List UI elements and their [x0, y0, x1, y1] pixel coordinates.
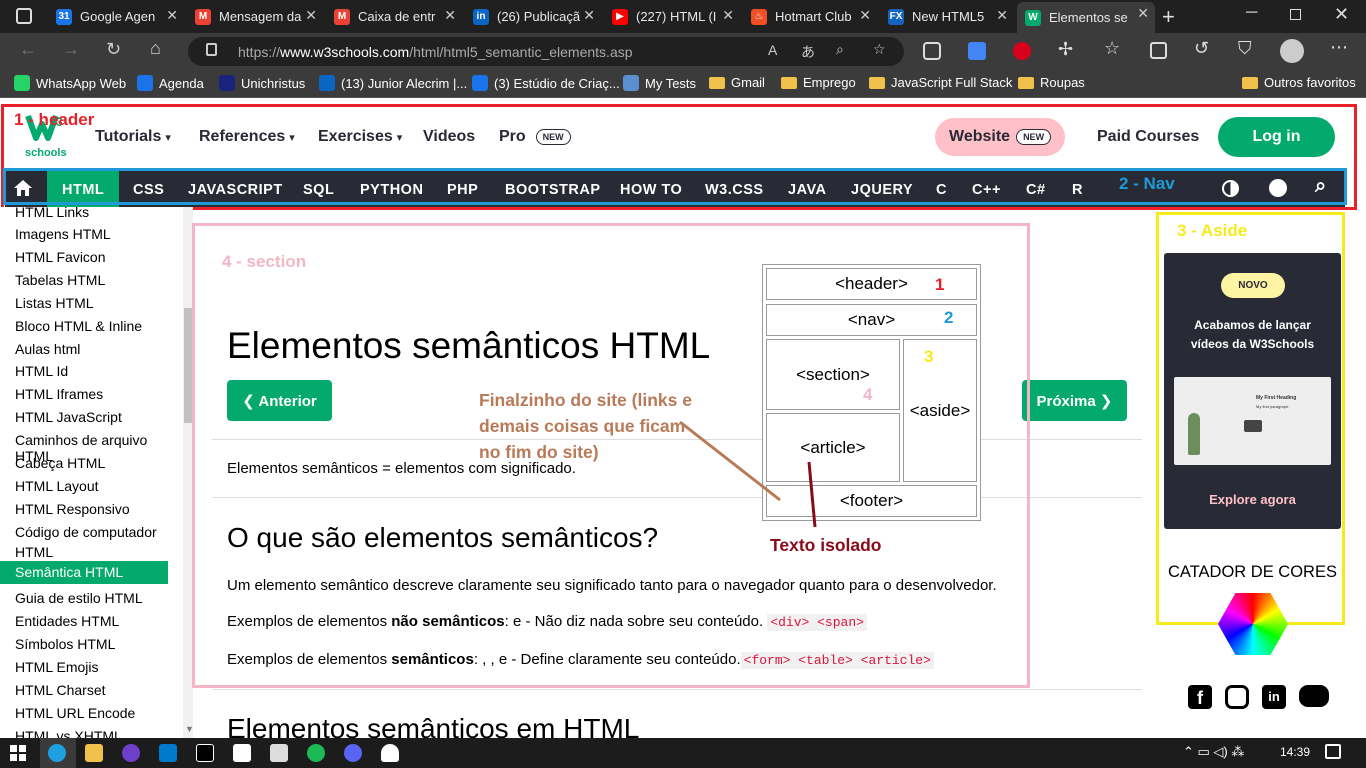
video-paragraph: My first paragraph. — [1256, 404, 1290, 409]
edge-icon[interactable] — [48, 744, 66, 762]
file-explorer-icon[interactable] — [85, 744, 103, 762]
color-picker-title: CATADOR DE CORES — [1168, 563, 1337, 581]
new-badge: NOVO — [1221, 273, 1285, 298]
explore-link[interactable]: Explore agora — [1164, 492, 1341, 507]
ad-title-line-2: vídeos da W3Schools — [1190, 337, 1315, 351]
notion-icon[interactable] — [233, 744, 251, 762]
discord-icon[interactable] — [1299, 685, 1329, 707]
social-icons: f in — [1188, 685, 1329, 709]
ad-title-line-1: Acabamos de lançar — [1194, 318, 1311, 332]
github-icon[interactable] — [122, 744, 140, 762]
footer-arrow-line — [679, 420, 781, 502]
instagram-icon[interactable] — [1225, 685, 1249, 709]
facebook-icon[interactable]: f — [1188, 685, 1212, 709]
win-pane — [10, 745, 17, 752]
isolated-text-annotation: Texto isolado — [770, 535, 882, 555]
windows-start-icon[interactable] — [10, 745, 26, 761]
discord-app-icon[interactable] — [344, 744, 362, 762]
video-thumbnail[interactable]: My First Heading My first paragraph. — [1174, 377, 1331, 465]
vscode-icon[interactable] — [159, 744, 177, 762]
play-icon[interactable] — [1244, 420, 1262, 432]
video-heading: My First Heading — [1256, 395, 1297, 401]
isolated-arrow-line — [807, 461, 817, 528]
win-pane — [19, 745, 26, 752]
clock[interactable]: 14:39 — [1280, 745, 1310, 759]
pycharm-icon[interactable] — [196, 744, 214, 762]
notifications-icon[interactable] — [1325, 744, 1341, 759]
spotify-icon[interactable] — [307, 744, 325, 762]
presenter-figure — [1188, 413, 1200, 455]
system-tray-icons[interactable]: ⌃ ▭ ◁) ⁂ — [1183, 744, 1244, 760]
win-pane — [19, 754, 26, 761]
terminal-icon[interactable] — [270, 744, 288, 762]
cloud-app-icon[interactable] — [381, 744, 399, 762]
video-ad[interactable]: NOVO Acabamos de lançar vídeos da W3Scho… — [1164, 253, 1341, 529]
linkedin-icon[interactable]: in — [1262, 685, 1286, 709]
win-pane — [10, 754, 17, 761]
aside-annotation-label: 3 - Aside — [1177, 221, 1248, 240]
windows-taskbar: ⌃ ▭ ◁) ⁂ 14:39 — [0, 738, 1366, 768]
